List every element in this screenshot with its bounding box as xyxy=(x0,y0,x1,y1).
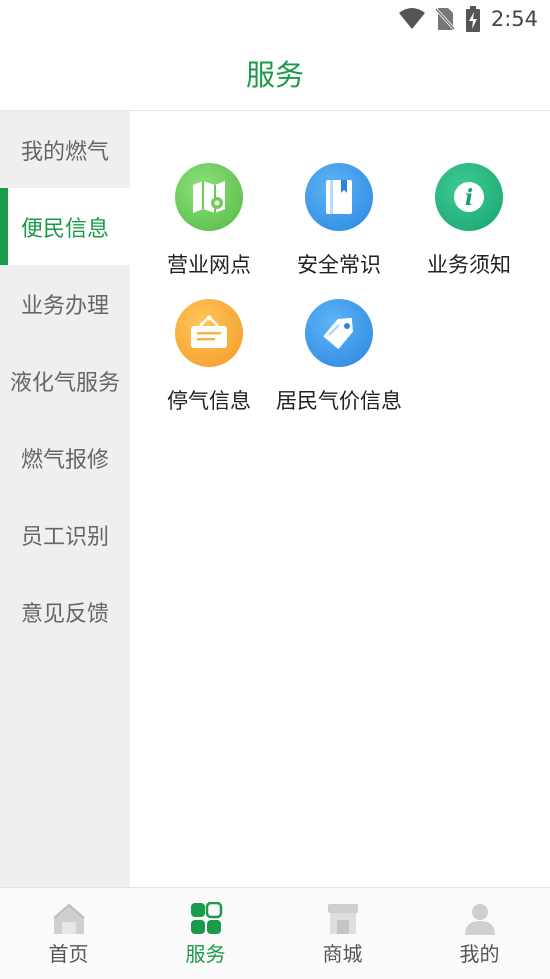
info-icon: i xyxy=(435,163,503,231)
service-label: 居民气价信息 xyxy=(276,389,402,413)
sidebar-item-public-info[interactable]: 便民信息 xyxy=(0,188,130,265)
notice-board-icon xyxy=(175,299,243,367)
sidebar-item-label: 员工识别 xyxy=(20,524,109,550)
service-gas-outage-info[interactable]: 停气信息 xyxy=(134,299,284,429)
service-label: 业务须知 xyxy=(427,253,511,277)
sidebar-item-label: 液化气服务 xyxy=(9,370,120,396)
battery-charging-icon xyxy=(465,6,480,32)
service-grid: 营业网点 安全常识 i 业务须知 停气信息 居民气价信息 xyxy=(130,111,550,887)
grid-icon xyxy=(190,902,222,934)
store-icon xyxy=(327,904,358,934)
tab-home[interactable]: 首页 xyxy=(0,888,137,979)
tab-mine[interactable]: 我的 xyxy=(411,888,548,979)
tab-label: 商城 xyxy=(322,942,363,966)
person-icon xyxy=(464,904,495,935)
sidebar-item-label: 燃气报修 xyxy=(20,447,109,473)
map-icon xyxy=(175,163,243,231)
sidebar: 我的燃气 便民信息 业务办理 液化气服务 燃气报修 员工识别 意见反馈 xyxy=(0,111,130,887)
tab-label: 服务 xyxy=(185,942,226,966)
service-safety-knowledge[interactable]: 安全常识 xyxy=(264,163,414,293)
page-title: 服务 xyxy=(245,58,304,92)
tab-label: 我的 xyxy=(459,942,500,966)
sidebar-item-my-gas[interactable]: 我的燃气 xyxy=(0,111,130,188)
service-label: 停气信息 xyxy=(167,389,251,413)
sidebar-item-label: 我的燃气 xyxy=(20,139,109,165)
svg-text:i: i xyxy=(465,185,473,211)
sidebar-item-business[interactable]: 业务办理 xyxy=(0,265,130,342)
tab-services[interactable]: 服务 xyxy=(137,888,274,979)
service-label: 安全常识 xyxy=(297,253,381,277)
tab-label: 首页 xyxy=(48,942,89,966)
sidebar-item-label: 便民信息 xyxy=(20,216,109,242)
book-icon xyxy=(305,163,373,231)
home-icon xyxy=(52,903,85,934)
sidebar-item-lpg-service[interactable]: 液化气服务 xyxy=(0,342,130,419)
tab-mall[interactable]: 商城 xyxy=(274,888,411,979)
status-time: 2:54 xyxy=(490,7,538,31)
sidebar-item-gas-repair[interactable]: 燃气报修 xyxy=(0,419,130,496)
no-sim-icon xyxy=(434,7,455,31)
sidebar-item-label: 意见反馈 xyxy=(20,601,109,627)
price-tag-icon xyxy=(305,299,373,367)
wifi-icon xyxy=(398,8,425,29)
sidebar-item-feedback[interactable]: 意见反馈 xyxy=(0,573,130,650)
status-bar: 2:54 xyxy=(0,0,550,38)
service-business-outlets[interactable]: 营业网点 xyxy=(134,163,284,293)
bottom-tab-bar: 首页 服务 商城 我的 xyxy=(0,887,550,979)
service-business-notice[interactable]: i 业务须知 xyxy=(394,163,544,293)
page-header: 服务 xyxy=(0,38,550,111)
sidebar-item-staff-id[interactable]: 员工识别 xyxy=(0,496,130,573)
service-resident-gas-price[interactable]: 居民气价信息 xyxy=(264,299,414,429)
sidebar-item-label: 业务办理 xyxy=(20,293,109,319)
service-label: 营业网点 xyxy=(167,253,251,277)
